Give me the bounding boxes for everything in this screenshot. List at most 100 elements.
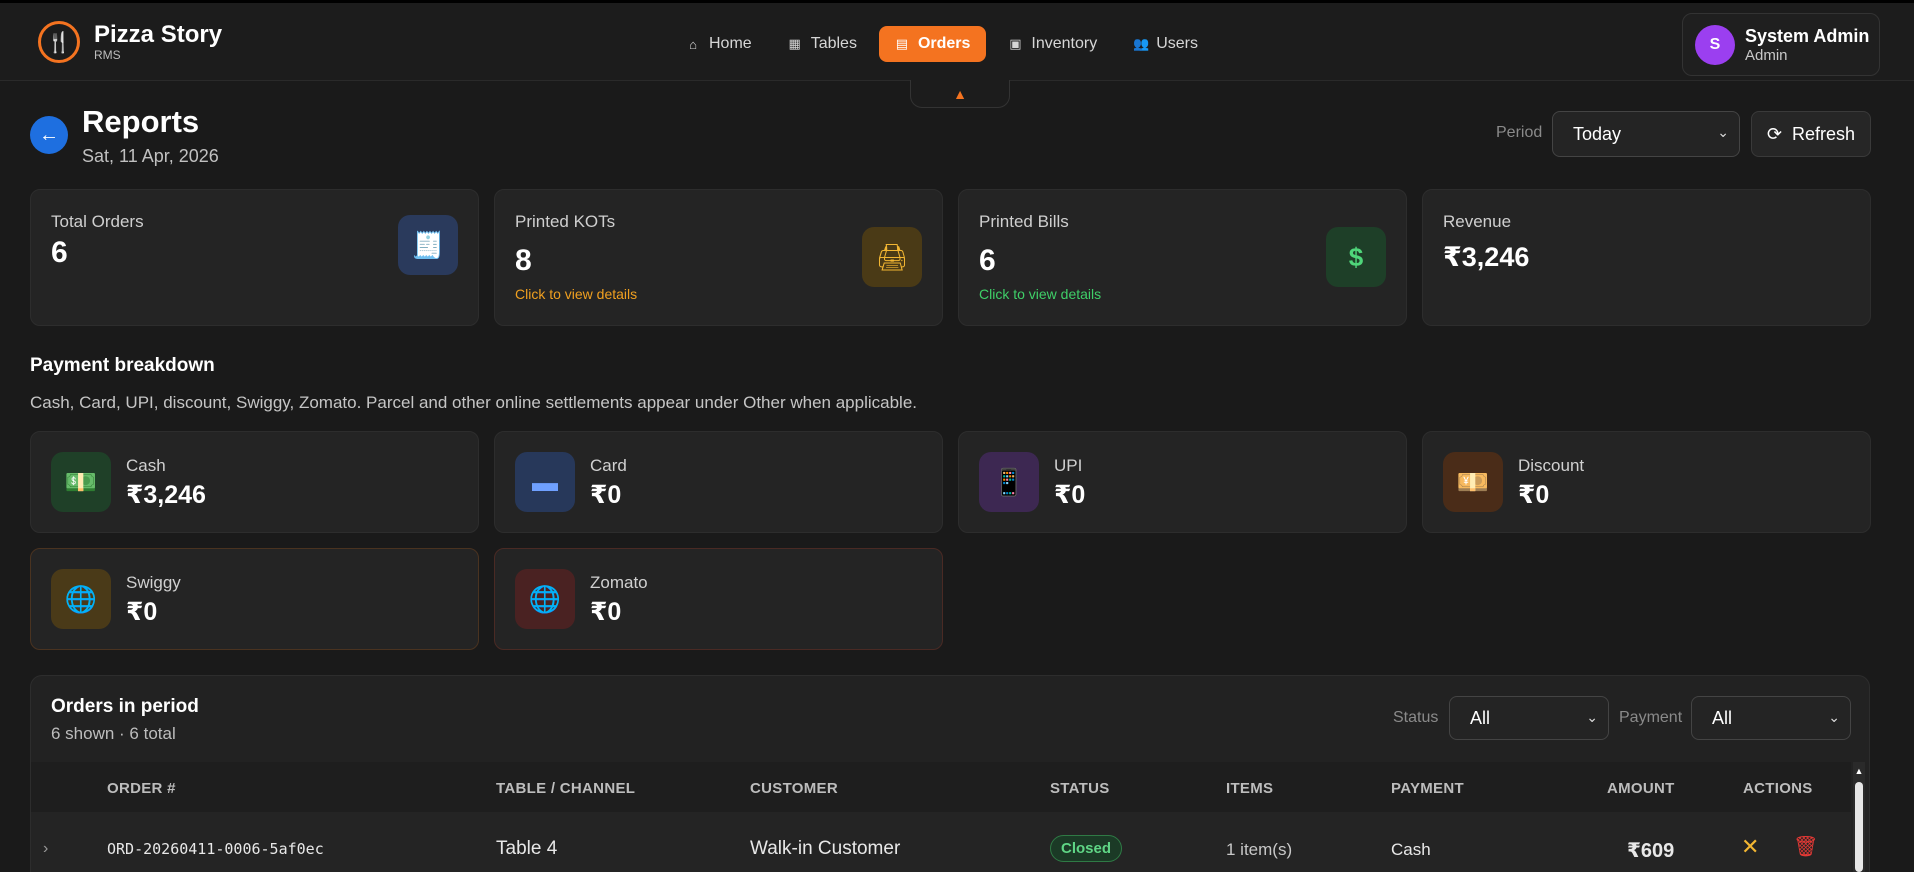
table-scrollbar[interactable]: ▲ bbox=[1853, 762, 1865, 872]
payment-card-swiggy: 🌐 Swiggy ₹0 bbox=[30, 548, 479, 650]
payment-value: ₹0 bbox=[590, 481, 622, 509]
refresh-label: Refresh bbox=[1792, 123, 1856, 144]
column-header[interactable]: ITEMS bbox=[1226, 780, 1273, 797]
status-badge: Closed bbox=[1050, 835, 1123, 862]
view-details-link[interactable]: Click to view details bbox=[979, 286, 1101, 302]
column-header[interactable]: CUSTOMER bbox=[750, 780, 838, 797]
payment-card-cash: 💵 Cash ₹3,246 bbox=[30, 431, 479, 533]
page-title: Reports bbox=[82, 104, 200, 139]
brand-subtitle: RMS bbox=[94, 48, 121, 62]
nav-label: Home bbox=[709, 35, 752, 52]
archive-icon: ▣ bbox=[1009, 36, 1022, 51]
scrollbar-thumb[interactable] bbox=[1855, 782, 1863, 872]
payment-label: UPI bbox=[1054, 456, 1083, 475]
payment-card-card: ▬ Card ₹0 bbox=[494, 431, 943, 533]
grid-icon: ▦ bbox=[788, 36, 801, 51]
back-button[interactable]: ← bbox=[30, 116, 68, 154]
stat-card-printed-bills[interactable]: Printed Bills 6 Click to view details $ bbox=[958, 189, 1407, 326]
column-header[interactable]: STATUS bbox=[1050, 780, 1110, 797]
stat-value: ₹3,246 bbox=[1443, 242, 1530, 272]
nav-label: Orders bbox=[917, 35, 971, 52]
trash-icon[interactable]: 🗑 bbox=[1793, 834, 1818, 859]
orders-subtitle: 6 shown · 6 total bbox=[51, 724, 176, 743]
payment-value: ₹0 bbox=[590, 598, 622, 626]
nav-orders[interactable]: ▤ Orders bbox=[878, 26, 987, 62]
receipt-icon: ▤ bbox=[895, 36, 909, 51]
payment-label: Zomato bbox=[590, 573, 648, 592]
payment-value: ₹0 bbox=[1518, 481, 1550, 509]
nav-users[interactable]: 👥 Users bbox=[1119, 26, 1212, 62]
column-header: ACTIONS bbox=[1743, 780, 1813, 797]
stat-card-revenue: Revenue ₹3,246 bbox=[1422, 189, 1871, 326]
stat-label: Printed Bills bbox=[979, 212, 1069, 231]
orders-table-header: ORDER # TABLE / CHANNEL CUSTOMER STATUS … bbox=[31, 762, 1851, 812]
payment-card-upi: 📱 UPI ₹0 bbox=[958, 431, 1407, 533]
payment-card-zomato: 🌐 Zomato ₹0 bbox=[494, 548, 943, 650]
payment-label: Swiggy bbox=[126, 573, 181, 592]
payment-breakdown-subtitle: Cash, Card, UPI, discount, Swiggy, Zomat… bbox=[30, 393, 917, 412]
cash-icon: 💵 bbox=[51, 452, 111, 512]
main-nav: ⌂ Home ▦ Tables ▤ Orders ▣ Inventory 👥 U… bbox=[672, 26, 1212, 62]
column-header[interactable]: ORDER # bbox=[107, 780, 176, 797]
status-filter-select[interactable]: All ⌄ bbox=[1449, 696, 1609, 740]
stat-value: 8 bbox=[515, 244, 532, 277]
payment-card-discount: 💴 Discount ₹0 bbox=[1422, 431, 1871, 533]
globe-icon: 🌐 bbox=[51, 569, 111, 629]
nav-label: Tables bbox=[810, 35, 857, 52]
column-header[interactable]: PAYMENT bbox=[1391, 780, 1464, 797]
payment-value: ₹0 bbox=[126, 598, 158, 626]
arrow-left-icon: ← bbox=[39, 123, 59, 146]
refresh-icon: ⟳ bbox=[1766, 123, 1783, 144]
nav-home[interactable]: ⌂ Home bbox=[672, 26, 766, 62]
order-table: Table 4 bbox=[496, 838, 558, 859]
avatar: S bbox=[1695, 24, 1735, 65]
stat-value: 6 bbox=[51, 236, 68, 269]
users-icon: 👥 bbox=[1133, 36, 1150, 51]
chevron-down-icon: ⌄ bbox=[1717, 124, 1729, 140]
home-icon: ⌂ bbox=[689, 36, 697, 52]
column-header[interactable]: TABLE / CHANNEL bbox=[496, 780, 635, 797]
refresh-button[interactable]: ⟳ Refresh bbox=[1751, 111, 1871, 157]
order-number: ORD-20260411-0006-5af0ec bbox=[107, 840, 324, 858]
chevron-down-icon: ⌄ bbox=[1586, 709, 1598, 725]
orders-panel: Orders in period 6 shown · 6 total Statu… bbox=[30, 675, 1870, 872]
stat-card-printed-kots[interactable]: Printed KOTs 8 Click to view details 🖨 bbox=[494, 189, 943, 326]
view-details-link[interactable]: Click to view details bbox=[515, 286, 637, 302]
scroll-up-icon[interactable]: ▲ bbox=[1853, 766, 1865, 776]
status-filter-label: Status bbox=[1393, 709, 1439, 726]
period-label: Period bbox=[1496, 124, 1543, 141]
payment-label: Cash bbox=[126, 456, 166, 475]
period-value: Today bbox=[1573, 123, 1622, 144]
chevron-down-icon: ⌄ bbox=[1828, 709, 1840, 725]
printer-icon: 🖨 bbox=[862, 227, 922, 287]
user-role: Admin bbox=[1745, 46, 1788, 64]
payment-value: ₹3,246 bbox=[126, 481, 206, 509]
top-navbar: 🍴 Pizza Story RMS ⌂ Home ▦ Tables ▤ Orde… bbox=[0, 0, 1914, 81]
stat-value: 6 bbox=[979, 244, 996, 277]
collapse-header-button[interactable]: ▲ bbox=[910, 80, 1010, 108]
order-customer: Walk-in Customer bbox=[750, 838, 901, 859]
fork-knife-logo-icon: 🍴 bbox=[38, 21, 80, 63]
stat-label: Printed KOTs bbox=[515, 212, 616, 231]
page-date: Sat, 11 Apr, 2026 bbox=[82, 146, 219, 166]
nav-label: Users bbox=[1156, 35, 1198, 52]
money-icon: 💴 bbox=[1443, 452, 1503, 512]
table-row[interactable]: › ORD-20260411-0006-5af0ec Table 4 Walk-… bbox=[31, 812, 1851, 872]
nav-tables[interactable]: ▦ Tables bbox=[774, 26, 871, 62]
brand-name: Pizza Story bbox=[94, 21, 223, 48]
period-select[interactable]: Today ⌄ bbox=[1552, 111, 1740, 157]
invoice-dollar-icon: $ bbox=[1326, 227, 1386, 287]
payment-filter-value: All bbox=[1712, 707, 1733, 728]
payment-filter-select[interactable]: All ⌄ bbox=[1691, 696, 1851, 740]
close-icon[interactable]: ✕ bbox=[1741, 834, 1759, 860]
user-menu[interactable]: S System Admin Admin bbox=[1682, 13, 1880, 76]
orders-title: Orders in period bbox=[51, 696, 199, 717]
column-header[interactable]: AMOUNT bbox=[1607, 780, 1675, 797]
brand[interactable]: 🍴 Pizza Story RMS bbox=[38, 21, 222, 63]
nav-inventory[interactable]: ▣ Inventory bbox=[994, 26, 1111, 62]
receipt-icon: 🧾 bbox=[398, 215, 458, 275]
user-name: System Admin bbox=[1745, 25, 1870, 46]
payment-filter-label: Payment bbox=[1619, 709, 1683, 726]
card-icon: ▬ bbox=[515, 452, 575, 512]
expand-chevron-icon[interactable]: › bbox=[43, 840, 48, 858]
